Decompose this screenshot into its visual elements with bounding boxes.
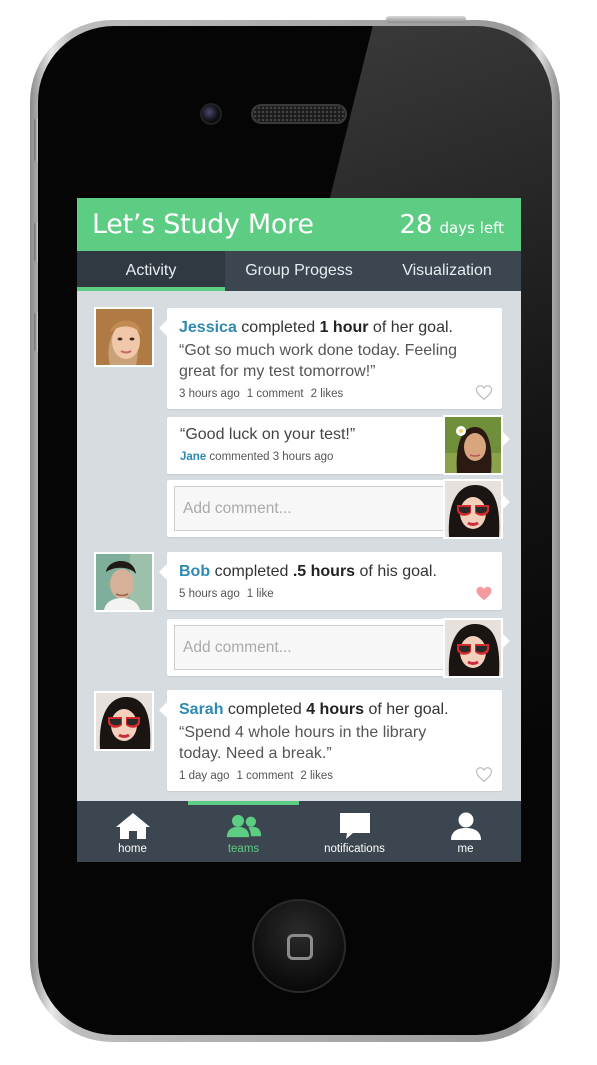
post-quote: “Got so much work done today. Feeling gr… — [179, 342, 458, 380]
user-icon — [450, 812, 481, 840]
post-comment-count[interactable]: 1 comment — [247, 388, 304, 400]
power-button — [386, 16, 466, 23]
nav-home[interactable]: home — [77, 801, 188, 862]
earpiece-speaker — [251, 104, 347, 124]
tab-activity[interactable]: Activity — [77, 251, 225, 291]
nav-teams[interactable]: teams — [188, 801, 299, 862]
tab-group-progress[interactable]: Group Progess — [225, 251, 373, 291]
heart-outline-icon[interactable] — [475, 766, 493, 783]
post-card-jessica: Jessica completed 1 hour of her goal. “G… — [159, 308, 502, 409]
post-author-name[interactable]: Bob — [179, 563, 210, 580]
bottom-nav: home teams notifications me — [77, 801, 521, 862]
teams-icon — [226, 814, 261, 838]
post-comment-count[interactable]: 1 comment — [237, 770, 294, 782]
nav-notifications[interactable]: notifications — [299, 801, 410, 862]
home-icon — [115, 813, 150, 839]
post-card-sarah: Sarah completed 4 hours of her goal. “Sp… — [159, 690, 502, 791]
post-meta: 1 day ago 1 comment 2 likes — [179, 770, 494, 782]
heart-filled-icon[interactable] — [475, 585, 493, 602]
post-like-count[interactable]: 2 likes — [311, 388, 344, 400]
avatar-jessica[interactable] — [94, 307, 154, 367]
post-card-bob: Bob completed .5 hours of his goal. 5 ho… — [159, 552, 502, 610]
comment-text: “Good luck on your test!” — [180, 426, 356, 443]
comment-author[interactable]: Jane — [180, 451, 206, 463]
nav-home-label: home — [118, 843, 147, 855]
tab-visualization[interactable]: Visualization — [373, 251, 521, 291]
nav-me-label: me — [457, 843, 474, 855]
home-square-icon — [287, 934, 313, 960]
app-header: Let’s Study More 28 days left — [77, 198, 521, 251]
days-left-label: days left — [439, 218, 504, 237]
home-hardware-button[interactable] — [252, 899, 346, 993]
post-meta: 5 hours ago 1 like — [179, 588, 494, 600]
post-like-count[interactable]: 2 likes — [300, 770, 333, 782]
avatar-jane[interactable] — [443, 415, 503, 475]
front-camera — [200, 103, 222, 125]
post-time: 1 day ago — [179, 770, 230, 782]
nav-teams-label: teams — [227, 843, 260, 855]
post-meta: 3 hours ago 1 comment 2 likes — [179, 388, 494, 400]
avatar-bob[interactable] — [94, 552, 154, 612]
heart-outline-icon[interactable] — [475, 384, 493, 401]
post-headline: Bob completed .5 hours of his goal. — [179, 563, 437, 580]
activity-feed: Jessica completed 1 hour of her goal. “G… — [77, 291, 521, 801]
tab-bar: Activity Group Progess Visualization — [77, 251, 521, 291]
post-time: 3 hours ago — [179, 388, 240, 400]
post-quote: “Spend 4 whole hours in the library toda… — [179, 724, 427, 762]
avatar-sarah[interactable] — [94, 691, 154, 751]
avatar-current-user[interactable] — [443, 479, 503, 539]
post-headline: Sarah completed 4 hours of her goal. — [179, 701, 449, 718]
days-left: 28 days left — [399, 210, 504, 240]
avatar-current-user[interactable] — [443, 618, 503, 678]
notifications-icon — [339, 813, 370, 839]
nav-me[interactable]: me — [410, 801, 521, 862]
post-like-count[interactable]: 1 like — [247, 588, 274, 600]
post-time: 5 hours ago — [179, 588, 240, 600]
days-left-number: 28 — [399, 209, 433, 240]
app-screen: Let’s Study More 28 days left Activity G… — [77, 198, 521, 862]
nav-notifications-label: notifications — [324, 843, 385, 855]
post-author-name[interactable]: Jessica — [179, 319, 237, 336]
post-headline: Jessica completed 1 hour of her goal. — [179, 319, 453, 336]
post-author-name[interactable]: Sarah — [179, 701, 223, 718]
comment-meta: Jane commented 3 hours ago — [180, 451, 334, 463]
app-title: Let’s Study More — [92, 209, 314, 240]
